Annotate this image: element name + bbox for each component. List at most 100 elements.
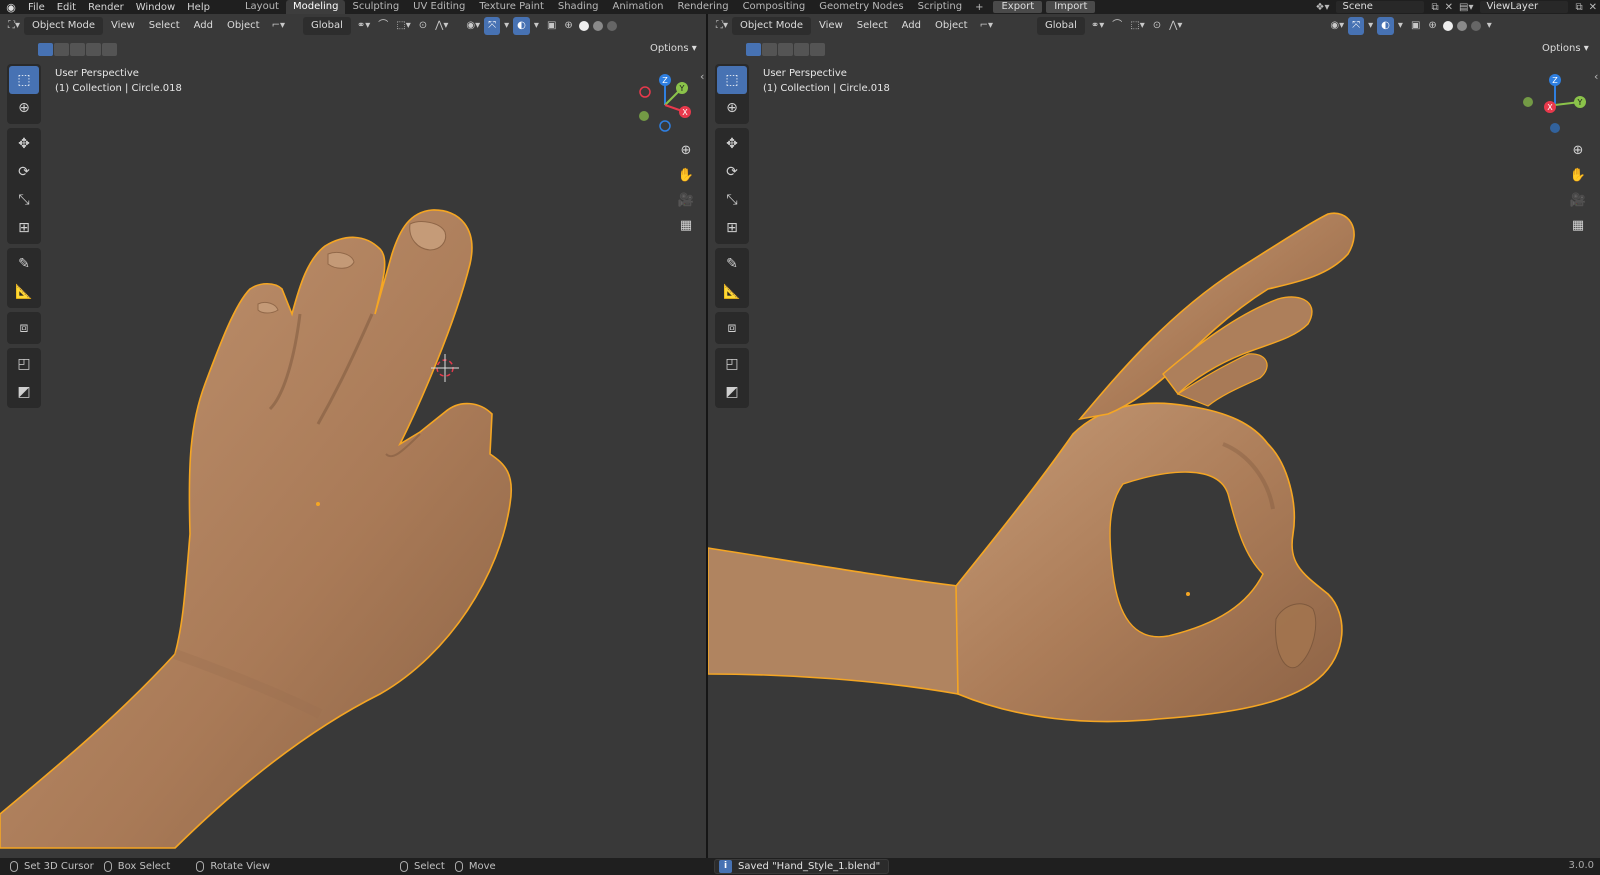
object-type-icon[interactable]: ⌐▾	[268, 17, 289, 35]
sidebar-toggle-icon[interactable]: ‹	[700, 70, 704, 83]
hand-pan-icon[interactable]: ✋	[674, 163, 698, 187]
menu-edit[interactable]: Edit	[51, 2, 82, 13]
overlay-toggle-icon[interactable]: ◐	[1377, 17, 1394, 35]
editor-type-icon[interactable]: ⛶▾	[712, 17, 732, 35]
xray-icon[interactable]: ▣	[1407, 17, 1424, 35]
menu-add[interactable]: Add	[896, 17, 927, 35]
mode-dropdown[interactable]: Object Mode	[24, 17, 104, 35]
snap-target-icon[interactable]: ⬚▾	[392, 17, 414, 35]
gizmo-neg-z[interactable]	[1550, 123, 1560, 133]
pivot-icon[interactable]: ⚭▾	[353, 17, 374, 35]
camera-icon[interactable]: 🎥	[1566, 188, 1590, 212]
solid-shading-icon[interactable]	[578, 21, 589, 31]
visibility-icon[interactable]: ◉▾	[462, 17, 484, 35]
mode-dropdown[interactable]: Object Mode	[732, 17, 812, 35]
navigation-gizmo-left[interactable]: Z Y X	[630, 70, 700, 140]
scale-icon[interactable]: ⤡	[717, 186, 747, 214]
proportional-icon[interactable]: ⊙	[415, 17, 431, 35]
rotate-icon[interactable]: ⟳	[717, 158, 747, 186]
grid-icon[interactable]: ▦	[674, 213, 698, 237]
delete-scene-icon[interactable]: ✕	[1442, 2, 1456, 13]
measure-icon[interactable]: 📐	[9, 278, 39, 306]
select-new-icon[interactable]	[38, 42, 53, 56]
tab-modeling[interactable]: Modeling	[285, 0, 346, 14]
gizmo-neg-y[interactable]	[639, 111, 649, 121]
menu-file[interactable]: File	[22, 2, 51, 13]
menu-render[interactable]: Render	[82, 2, 130, 13]
select-invert-icon[interactable]	[794, 42, 809, 56]
navigation-gizmo-right[interactable]: Z Y X	[1520, 70, 1590, 140]
proportional-icon[interactable]: ⊙	[1149, 17, 1165, 35]
object-type-icon[interactable]: ⌐▾	[976, 17, 997, 35]
overlay-dropdown-icon[interactable]: ▾	[1394, 17, 1407, 35]
zoom-icon[interactable]: ⊕	[1566, 138, 1590, 162]
menu-add[interactable]: Add	[188, 17, 219, 35]
new-view-layer-icon[interactable]: ⧉	[1572, 2, 1585, 13]
select-box-icon[interactable]: ⬚	[9, 66, 39, 94]
visibility-icon[interactable]: ◉▾	[1326, 17, 1348, 35]
transform-icon[interactable]: ⊞	[9, 214, 39, 242]
tab-texture-paint[interactable]: Texture Paint	[472, 0, 551, 14]
camera-icon[interactable]: 🎥	[674, 188, 698, 212]
falloff-icon[interactable]: ⋀▾	[431, 17, 452, 35]
overlay-toggle-icon[interactable]: ◐	[513, 17, 530, 35]
cursor-icon[interactable]: ⊕	[717, 94, 747, 122]
menu-view[interactable]: View	[813, 17, 849, 35]
rotate-icon[interactable]: ⟳	[9, 158, 39, 186]
snap-icon[interactable]: ⌒	[374, 17, 392, 35]
gizmo-toggle-icon[interactable]: ⤧	[484, 17, 501, 35]
pivot-icon[interactable]: ⚭▾	[1087, 17, 1108, 35]
add-workspace-icon[interactable]: +	[969, 2, 989, 13]
material-shading-icon[interactable]	[592, 21, 603, 31]
gizmo-neg-x[interactable]	[639, 86, 651, 98]
bevel-icon[interactable]: ◰	[717, 350, 747, 378]
menu-window[interactable]: Window	[130, 2, 181, 13]
export-button[interactable]: Export	[993, 1, 1043, 13]
tab-layout[interactable]: Layout	[238, 0, 286, 14]
gizmo-dropdown-icon[interactable]: ▾	[1364, 17, 1377, 35]
import-button[interactable]: Import	[1046, 1, 1096, 13]
tab-shading[interactable]: Shading	[551, 0, 606, 14]
tab-scripting[interactable]: Scripting	[911, 0, 969, 14]
tab-sculpting[interactable]: Sculpting	[345, 0, 406, 14]
move-icon[interactable]: ✥	[9, 130, 39, 158]
scene-field[interactable]: Scene	[1336, 1, 1425, 13]
material-shading-icon[interactable]	[1456, 21, 1467, 31]
select-invert-icon[interactable]	[86, 42, 101, 56]
solid-shading-icon[interactable]	[1442, 21, 1453, 31]
menu-select[interactable]: Select	[143, 17, 186, 35]
frame-icon[interactable]: ◩	[9, 378, 39, 406]
view-layer-icon[interactable]: ▤▾	[1456, 2, 1476, 13]
tab-compositing[interactable]: Compositing	[736, 0, 813, 14]
delete-view-layer-icon[interactable]: ✕	[1586, 2, 1600, 13]
orientation-dropdown[interactable]: Global	[302, 17, 351, 35]
menu-select[interactable]: Select	[851, 17, 894, 35]
move-icon[interactable]: ✥	[717, 130, 747, 158]
blender-logo-icon[interactable]: ◉	[0, 1, 22, 14]
gizmo-toggle-icon[interactable]: ⤧	[1348, 17, 1365, 35]
gizmo-dropdown-icon[interactable]: ▾	[500, 17, 513, 35]
view-layer-field[interactable]: ViewLayer	[1480, 1, 1569, 13]
scene-icon[interactable]: ❖▾	[1312, 2, 1332, 13]
gizmo-neg-z[interactable]	[659, 120, 671, 132]
cursor-icon[interactable]: ⊕	[9, 94, 39, 122]
tab-rendering[interactable]: Rendering	[670, 0, 735, 14]
select-intersect-icon[interactable]	[810, 42, 825, 56]
rendered-shading-icon[interactable]	[606, 21, 617, 31]
annotate-icon[interactable]: ✎	[9, 250, 39, 278]
viewport-right[interactable]: ⛶▾ Object Mode View Select Add Object ⌐▾…	[708, 14, 1600, 858]
falloff-icon[interactable]: ⋀▾	[1165, 17, 1186, 35]
select-new-icon[interactable]	[746, 42, 761, 56]
wireframe-shading-icon[interactable]: ⊕	[560, 17, 576, 35]
add-cube-icon[interactable]: ⧈	[717, 314, 747, 342]
status-message[interactable]: i Saved "Hand_Style_1.blend"	[714, 859, 890, 874]
orientation-dropdown[interactable]: Global	[1036, 17, 1085, 35]
new-scene-icon[interactable]: ⧉	[1428, 2, 1441, 13]
menu-object[interactable]: Object	[221, 17, 266, 35]
overlay-dropdown-icon[interactable]: ▾	[530, 17, 543, 35]
scale-icon[interactable]: ⤡	[9, 186, 39, 214]
select-subtract-icon[interactable]	[778, 42, 793, 56]
menu-help[interactable]: Help	[181, 2, 216, 13]
wireframe-shading-icon[interactable]: ⊕	[1424, 17, 1440, 35]
zoom-icon[interactable]: ⊕	[674, 138, 698, 162]
